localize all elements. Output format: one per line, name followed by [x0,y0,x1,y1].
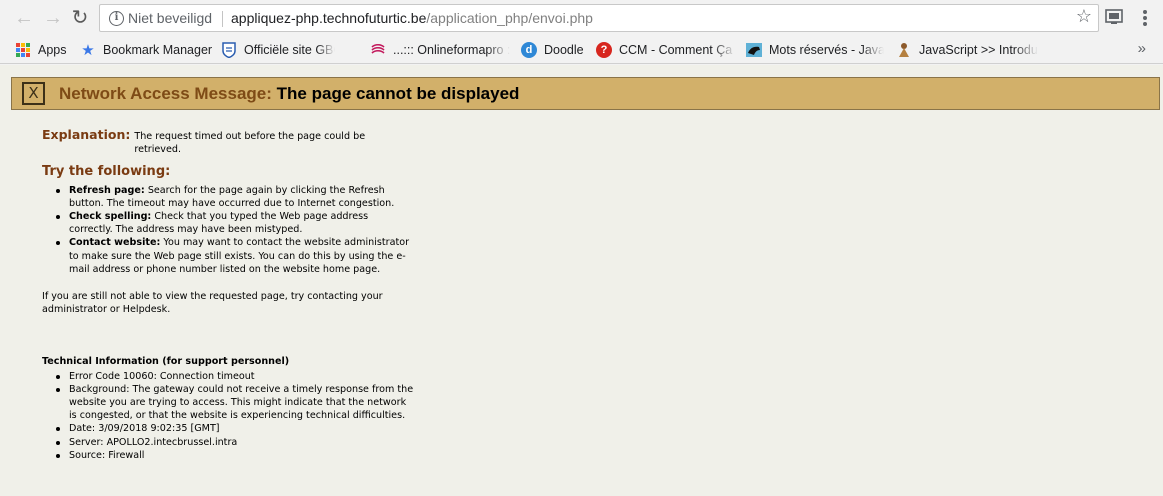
list-item: Date: 3/09/2018 9:02:35 [GMT] [56,422,414,435]
bookmark-label: Bookmark Manager [103,43,213,57]
list-item: Server: APOLLO2.intecbrussel.intra [56,436,414,449]
url-host: appliquez-php.technofuturtic.be [231,10,427,26]
error-page: X Network Access Message: The page canno… [0,65,1163,496]
list-item: Source: Firewall [56,449,414,462]
try-list: Refresh page: Search for the page again … [56,184,414,276]
panther-icon [746,42,762,58]
technical-list: Error Code 10060: Connection timeout Bac… [56,370,414,462]
more-bookmarks-icon[interactable]: » [1138,40,1146,57]
bookmark-label: Officiële site GBOU S [244,43,335,57]
list-item: Refresh page: Search for the page again … [56,184,414,210]
bookmark-label: JavaScript >> Introdu [919,43,1038,57]
bookmark-onlineformapro[interactable]: ...::: Onlineformapro :: [370,40,510,60]
list-item: Check spelling: Check that you typed the… [56,210,414,236]
explanation-line: Explanation: The request timed out befor… [42,128,414,156]
info-icon[interactable]: i [109,11,124,26]
list-item: Contact website: You may want to contact… [56,236,414,276]
technical-heading: Technical Information (for support perso… [42,356,290,368]
bookmark-javascript-intro[interactable]: JavaScript >> Introdu [896,40,1038,60]
explanation-heading: Explanation: [42,127,131,142]
url-text[interactable]: appliquez-php.technofuturtic.be/applicat… [231,10,593,26]
bookmark-ccm[interactable]: ? CCM - Comment Ça M [596,40,736,60]
banner-label: Network Access Message: [59,84,272,103]
bookmark-apps[interactable]: Apps [15,40,75,60]
bookmark-label: ...::: Onlineformapro :: [393,43,510,57]
list-item: Error Code 10060: Connection timeout [56,370,414,383]
forward-arrow-icon[interactable]: → [41,6,65,30]
item-title: Check spelling: [69,211,152,223]
doodle-icon: d [521,42,537,58]
apps-grid-icon [15,42,31,58]
reload-icon[interactable]: ↻ [68,6,92,30]
browser-toolbar: ← → ↻ i Niet beveiligd appliquez-php.tec… [0,0,1163,36]
item-title: Contact website: [69,237,161,249]
star-icon: ★ [81,42,95,59]
banner-title: Network Access Message: The page cannot … [59,84,519,104]
security-label[interactable]: Niet beveiligd [128,10,212,26]
try-heading: Try the following: [42,164,171,180]
bookmark-label: Doodle [544,43,584,57]
shield-icon [221,42,237,58]
swirl-icon [370,42,386,58]
explanation-text: The request timed out before the page co… [134,131,366,156]
bookmark-label: CCM - Comment Ça M [619,43,736,57]
bookmark-label: Apps [38,43,67,57]
more-menu-icon[interactable] [1137,8,1153,28]
close-icon: X [22,82,45,105]
person-icon [896,42,912,58]
ccm-icon: ? [596,42,612,58]
error-banner: X Network Access Message: The page canno… [11,77,1160,110]
banner-heading: The page cannot be displayed [276,84,520,103]
back-arrow-icon[interactable]: ← [12,6,36,30]
list-item: Background: The gateway could not receiv… [56,383,414,422]
bookmarks-bar: Apps ★ Bookmark Manager Officiële site G… [0,36,1163,64]
bookmark-label: Mots réservés - JavaS [769,43,884,57]
cast-icon[interactable] [1105,9,1123,25]
bookmark-gbou[interactable]: Officiële site GBOU S [221,40,335,60]
error-content: Explanation: The request timed out befor… [42,128,414,462]
bookmark-manager[interactable]: ★ Bookmark Manager [80,40,214,60]
url-path: /application_php/envoi.php [426,10,593,26]
bookmark-mots-reserves[interactable]: Mots réservés - JavaS [746,40,884,60]
address-separator [222,11,223,27]
still-unable-text: If you are still not able to view the re… [42,291,383,316]
bookmark-doodle[interactable]: d Doodle [521,40,591,60]
bookmark-star-icon[interactable]: ☆ [1076,6,1092,27]
item-title: Refresh page: [69,184,145,196]
address-bar[interactable]: i Niet beveiligd appliquez-php.technofut… [99,4,1099,32]
